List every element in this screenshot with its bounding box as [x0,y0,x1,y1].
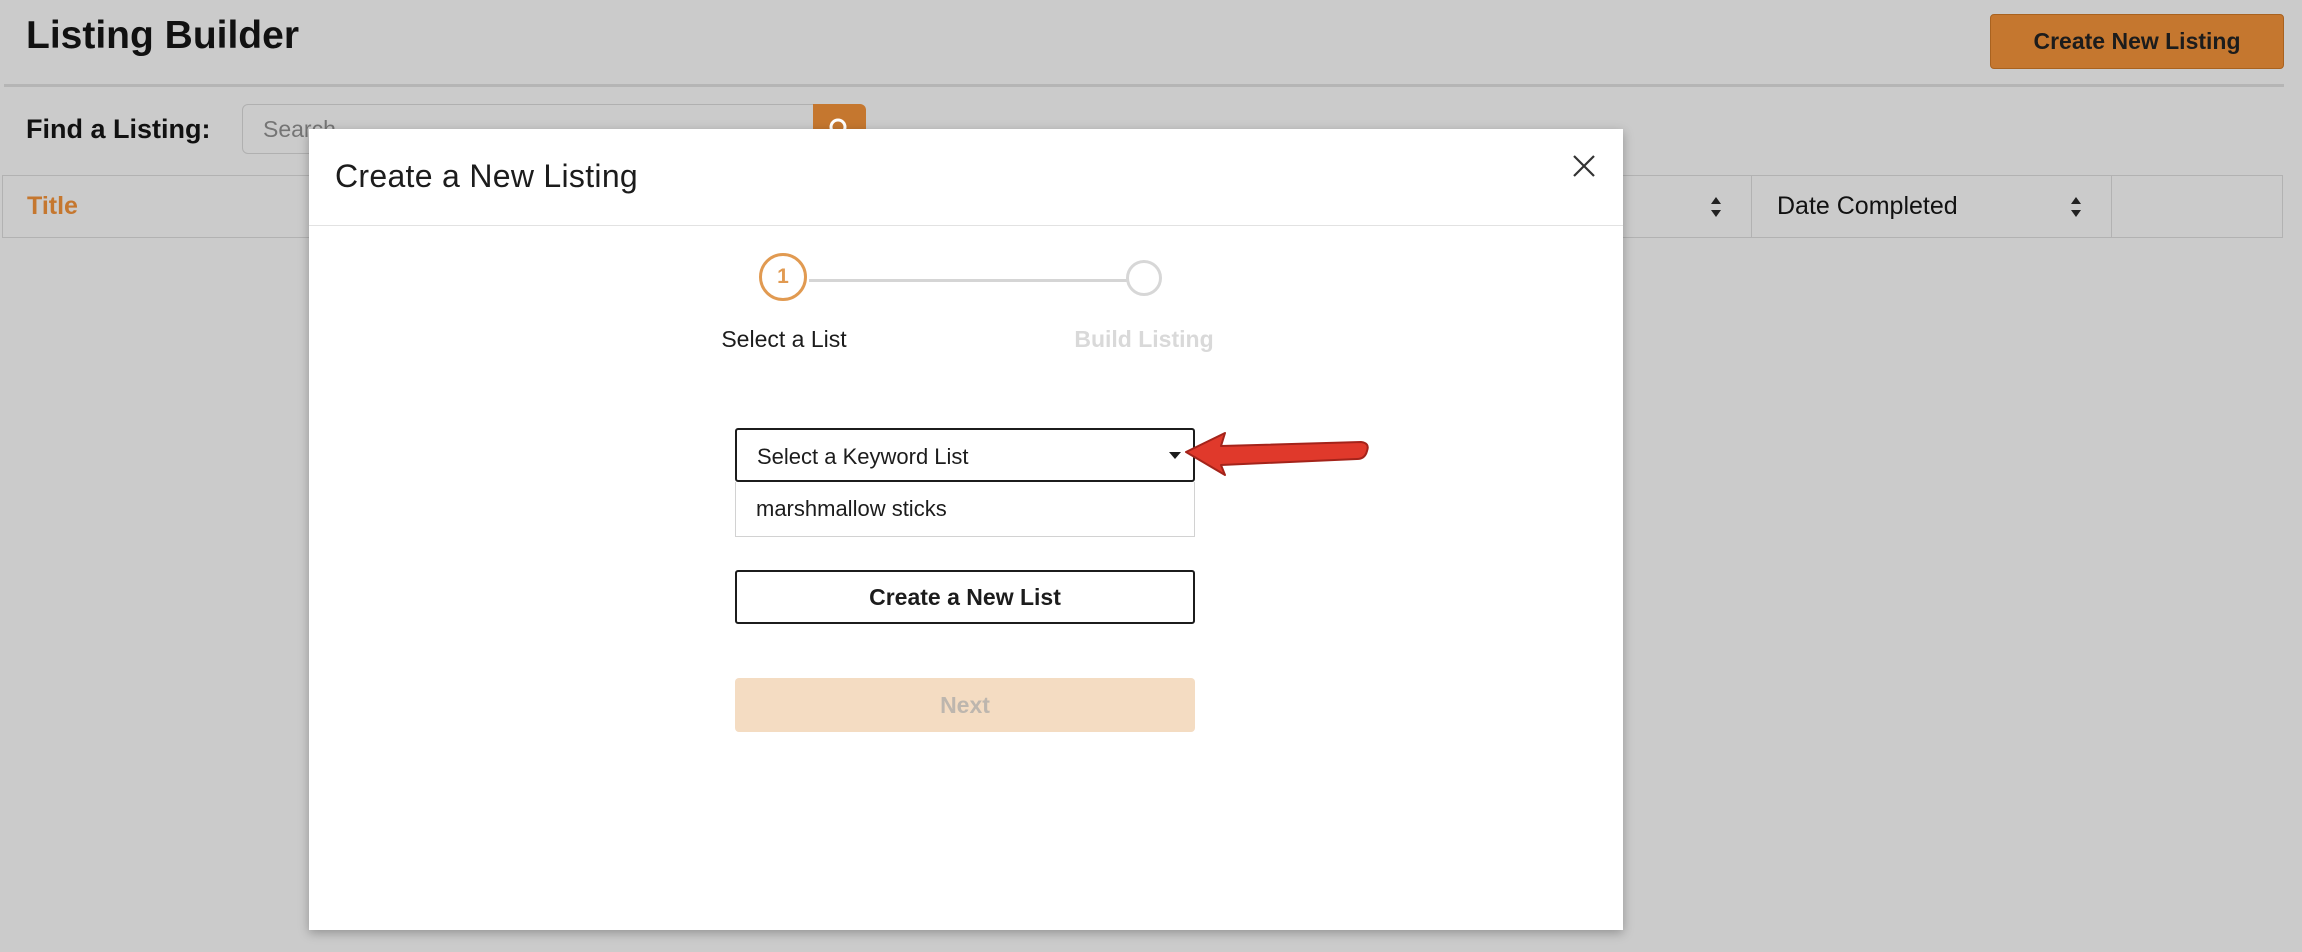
modal-header: Create a New Listing [309,129,1623,226]
step-2-label: Build Listing [1074,326,1214,352]
create-listing-modal: Create a New Listing 1 Select a List Bui… [309,129,1623,930]
column-header-date-completed[interactable]: Date Completed [1777,192,1958,221]
annotation-arrow [1185,432,1369,476]
sort-icon[interactable] [2070,195,2082,219]
column-divider [1751,176,1752,237]
column-divider [2282,176,2283,237]
keyword-list-dropdown: marshmallow sticks [735,482,1195,537]
column-divider [2111,176,2112,237]
dropdown-option[interactable]: marshmallow sticks [756,496,947,522]
step-2-indicator [1126,260,1162,296]
caret-down-icon [1169,452,1181,459]
step-1-indicator: 1 [759,253,807,301]
page-header: Listing Builder Create New Listing [4,0,2284,87]
select-value: Select a Keyword List [757,444,969,469]
page-title: Listing Builder [26,14,299,57]
keyword-list-select[interactable]: Select a Keyword List [735,428,1195,482]
create-new-listing-button[interactable]: Create New Listing [1990,14,2284,69]
modal-title: Create a New Listing [335,158,639,194]
next-button: Next [735,678,1195,732]
sort-icon[interactable] [1710,195,1722,219]
create-new-list-button[interactable]: Create a New List [735,570,1195,624]
step-1-label: Select a List [721,326,847,352]
close-icon[interactable] [1571,153,1597,179]
column-header-title[interactable]: Title [27,192,78,221]
stepper-track [809,279,1157,282]
find-listing-label: Find a Listing: [26,114,211,144]
